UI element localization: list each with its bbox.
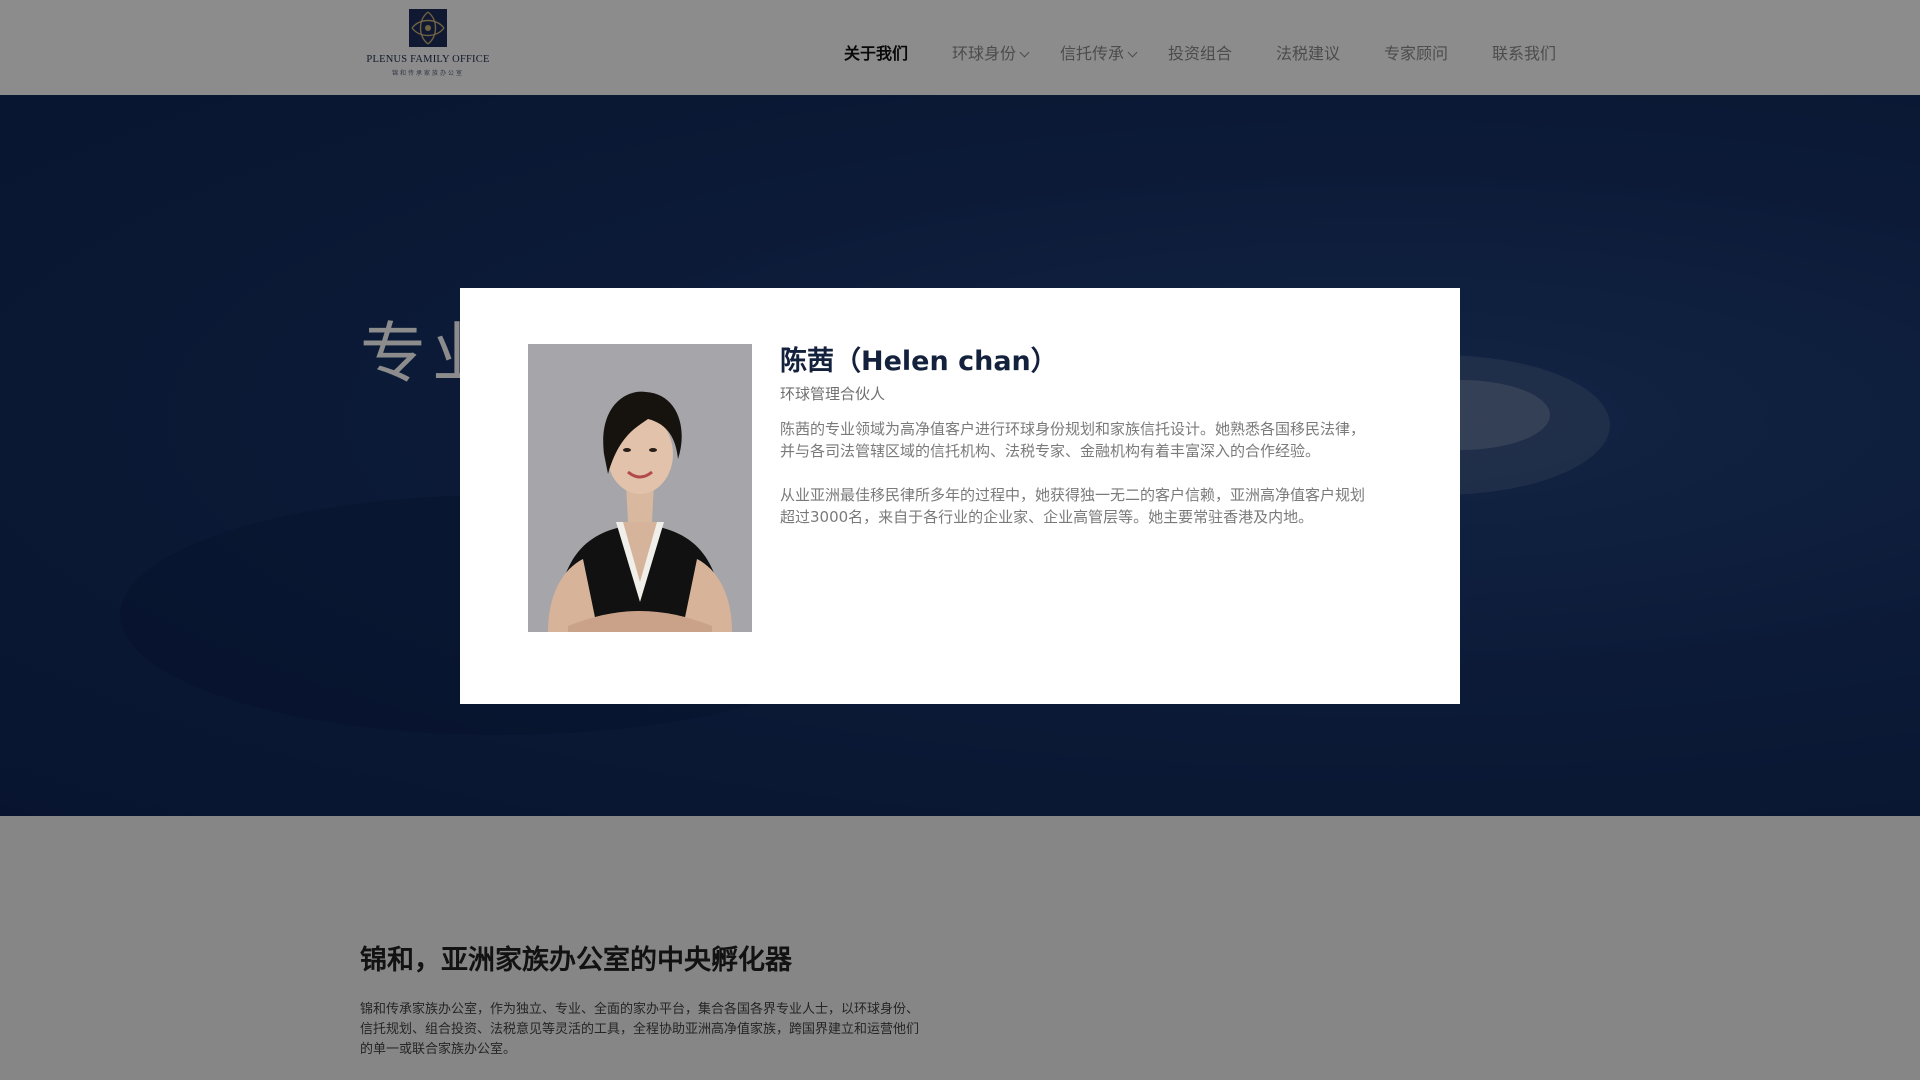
profile-role: 环球管理合伙人 bbox=[780, 385, 886, 403]
profile-bio-paragraph: 从业亚洲最佳移民律所多年的过程中，她获得独一无二的客户信赖，亚洲高净值客户规划超… bbox=[780, 486, 1366, 526]
profile-bio-paragraph: 陈茜的专业领域为高净值客户进行环球身份规划和家族信托设计。她熟悉各国移民法律，并… bbox=[780, 420, 1366, 460]
profile-photo bbox=[528, 344, 752, 632]
portrait-image bbox=[528, 344, 752, 632]
profile-name: 陈茜（Helen chan） bbox=[780, 346, 1058, 377]
expert-profile-modal: 陈茜（Helen chan） 环球管理合伙人 陈茜的专业领域为高净值客户进行环球… bbox=[460, 288, 1460, 704]
profile-details: 陈茜（Helen chan） 环球管理合伙人 陈茜的专业领域为高净值客户进行环球… bbox=[780, 344, 1370, 528]
